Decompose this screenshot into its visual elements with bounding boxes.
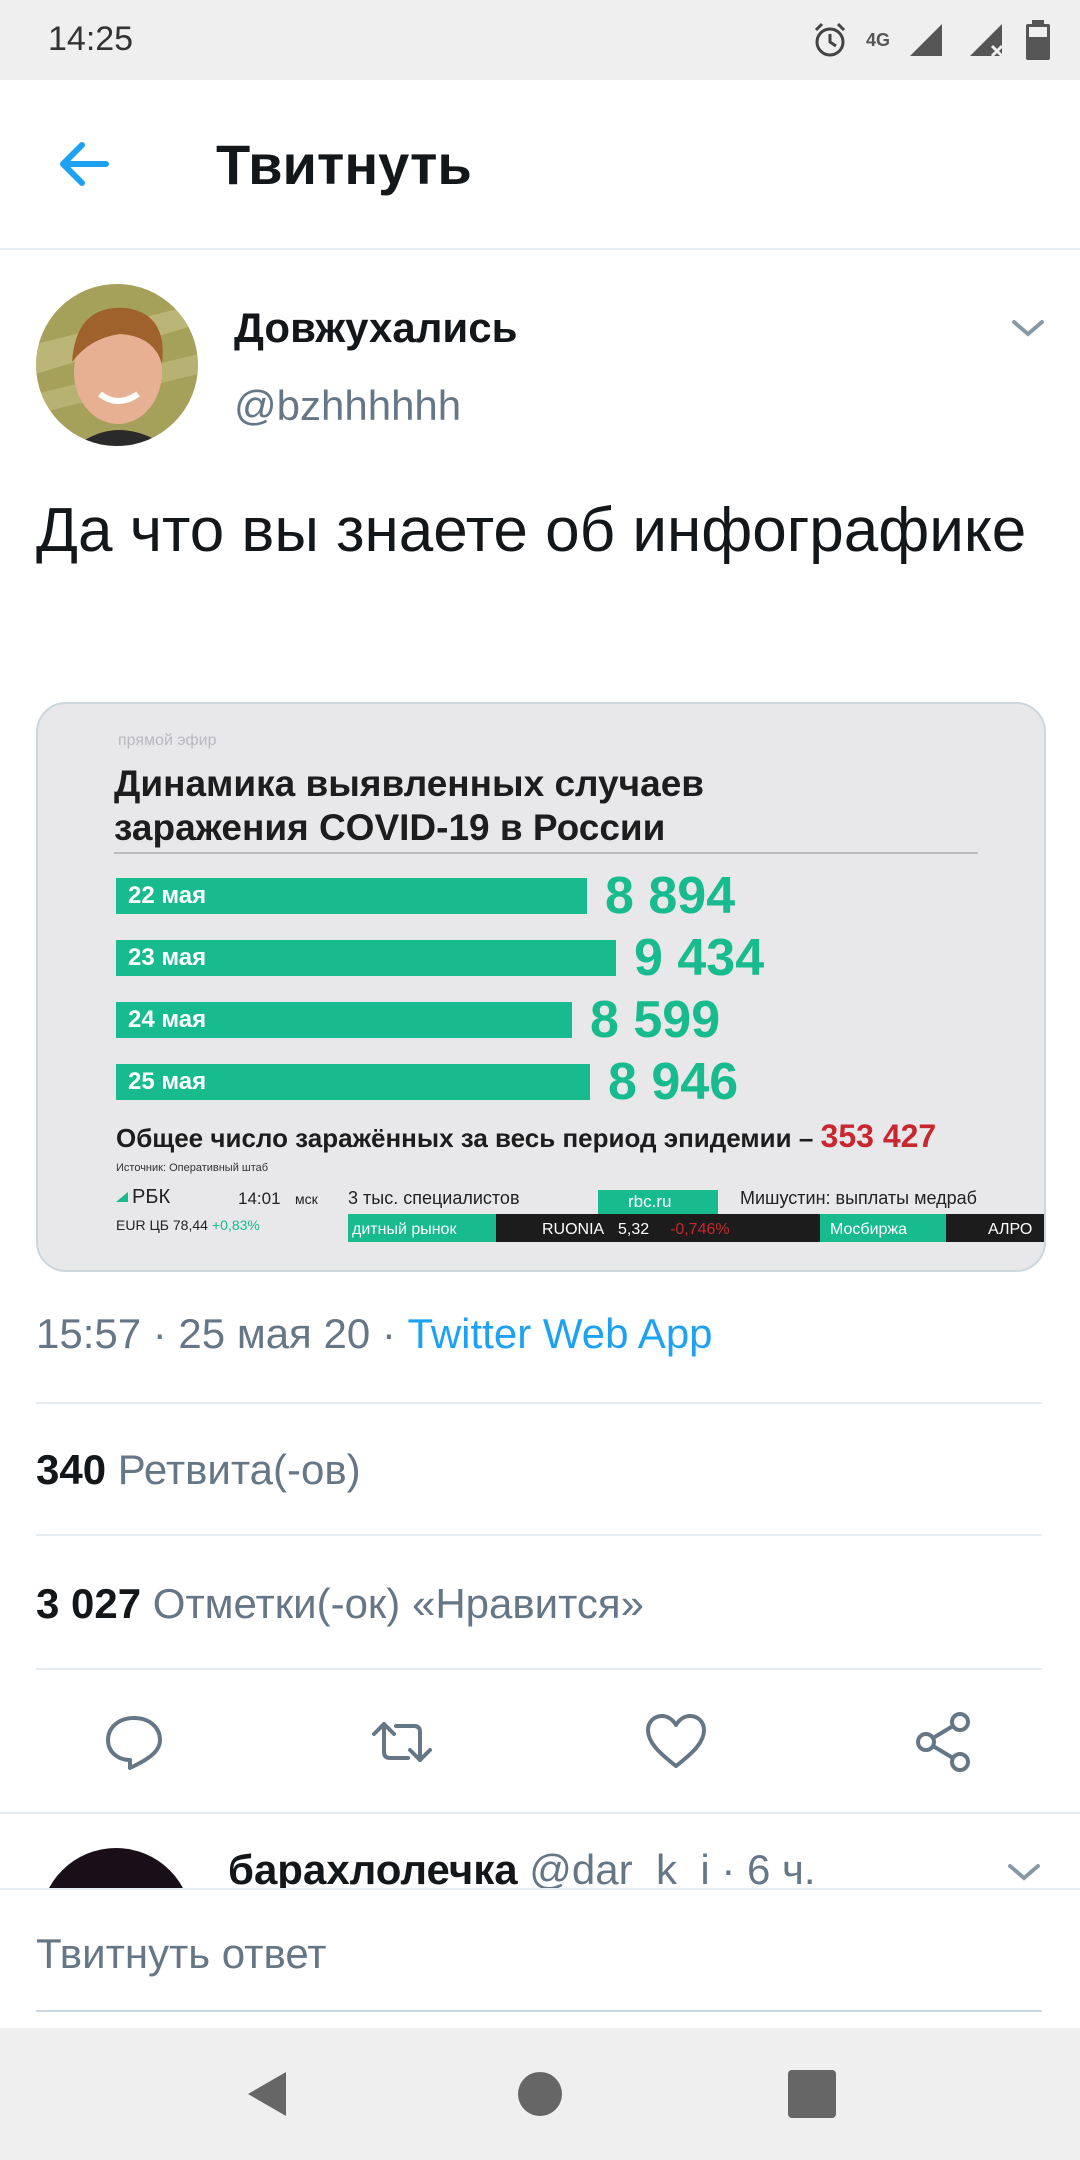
battery-icon [1026,20,1050,60]
news-ticker: РБК 14:01 мск 3 тыс. специалистов rbc.ru… [38,1188,1044,1270]
eur-rate: EUR ЦБ 78,44 [116,1217,208,1233]
retweets-stat[interactable]: 340 Ретвита(-ов) [36,1446,361,1494]
ruonia-label: RUONIA [542,1221,605,1238]
mobile-signal-icon [910,24,942,56]
system-nav-bar [0,2028,1080,2160]
author-avatar[interactable] [36,284,198,446]
divider [36,1402,1042,1404]
reply-author-name: барахлолечка [228,1846,518,1893]
bar-category-label: 24 мая [128,1006,207,1033]
reply-composer: Твитнуть ответ [0,1888,1080,2030]
divider [0,1812,1080,1814]
tweet-text: Да что вы знаете об инфографике [36,496,1027,565]
bar-value-label: 9 434 [634,929,765,987]
ticker-site: rbc.ru [628,1192,671,1211]
infographic-title-line2: заражения COVID-19 в России [114,807,666,848]
tweet-meta: 15:57 · 25 мая 20 · Twitter Web App [36,1310,713,1358]
reply-icon[interactable] [102,1710,166,1774]
bar-category-label: 23 мая [128,944,207,971]
back-arrow-icon[interactable] [52,132,116,196]
ticker-tz: мск [295,1191,319,1207]
live-label: прямой эфир [118,732,217,749]
bar-category-label: 22 мая [128,882,207,909]
infographic-title: Динамика выявленных случаев заражения CO… [114,762,704,850]
retweet-icon[interactable] [370,1710,434,1774]
bar-value-label: 8 599 [590,991,721,1049]
tweet-timestamp: 15:57 · 25 мая 20 · [36,1310,408,1357]
total-label: Общее число заражённых за весь период эп… [116,1123,814,1153]
chevron-down-icon[interactable] [1002,1856,1046,1888]
page-title: Твитнуть [216,133,472,196]
alarm-icon [814,22,846,57]
mobile-signal-no-service-icon [970,24,1004,58]
share-icon[interactable] [912,1710,976,1774]
reply-time: · 6 ч. [709,1846,816,1893]
divider [36,1534,1042,1536]
retweets-label: Ретвита(-ов) [117,1446,361,1493]
author-name[interactable]: Довжухались [234,304,517,352]
status-icons: 4G [810,18,1050,62]
input-underline [36,2010,1042,2012]
clock: 14:25 [48,20,134,58]
nav-home-icon[interactable] [512,2066,568,2122]
title-rule [114,852,978,854]
ticker-alrosa: АЛРО [988,1221,1032,1238]
app-header: Твитнуть [0,80,1080,250]
retweets-count: 340 [36,1446,107,1493]
infographic-title-line1: Динамика выявленных случаев [114,763,705,804]
author-handle[interactable]: @bzhhhhhh [234,382,461,430]
ticker-market: дитный рынок [352,1221,457,1238]
eur-change: +0,83% [212,1217,260,1233]
source-app-link[interactable]: Twitter Web App [408,1310,713,1357]
likes-label: Отметки(-ок) «Нравится» [152,1580,645,1627]
bar-value-label: 8 946 [608,1053,739,1111]
tweet-media-image[interactable]: прямой эфир Динамика выявленных случаев … [36,702,1046,1272]
ticker-news: Мишустин: выплаты медраб [740,1188,977,1208]
ticker-time: 14:01 [238,1189,281,1208]
likes-stat[interactable]: 3 027 Отметки(-ок) «Нравится» [36,1580,644,1628]
avatar-image [36,284,198,446]
bar-value-label: 8 894 [605,867,736,925]
bar-category-label: 25 мая [128,1068,207,1095]
divider [36,1668,1042,1670]
total-value: 353 427 [820,1118,937,1154]
heart-icon[interactable] [644,1710,708,1774]
nav-back-icon[interactable] [240,2066,296,2122]
status-bar: 14:25 4G [0,0,1080,80]
source-note: Источник: Оперативный штаб [116,1162,269,1174]
reply-header[interactable]: барахлолечка @dar_k_i · 6 ч. [228,1846,816,1894]
chevron-down-icon[interactable] [1006,312,1050,344]
ruonia-value: 5,32 [618,1221,649,1238]
ticker-exchange: Мосбиржа [830,1221,907,1238]
ticker-brand: РБК [132,1188,170,1208]
ruonia-change: -0,746% [670,1221,730,1238]
likes-count: 3 027 [36,1580,142,1627]
reply-author-handle: @dar_k_i [529,1846,710,1893]
total-cases: Общее число заражённых за весь период эп… [116,1118,936,1155]
nav-recents-icon[interactable] [784,2066,840,2122]
reply-input[interactable]: Твитнуть ответ [36,1930,327,1978]
network-type-label: 4G [865,29,890,50]
ticker-headline: 3 тыс. специалистов [348,1188,520,1208]
